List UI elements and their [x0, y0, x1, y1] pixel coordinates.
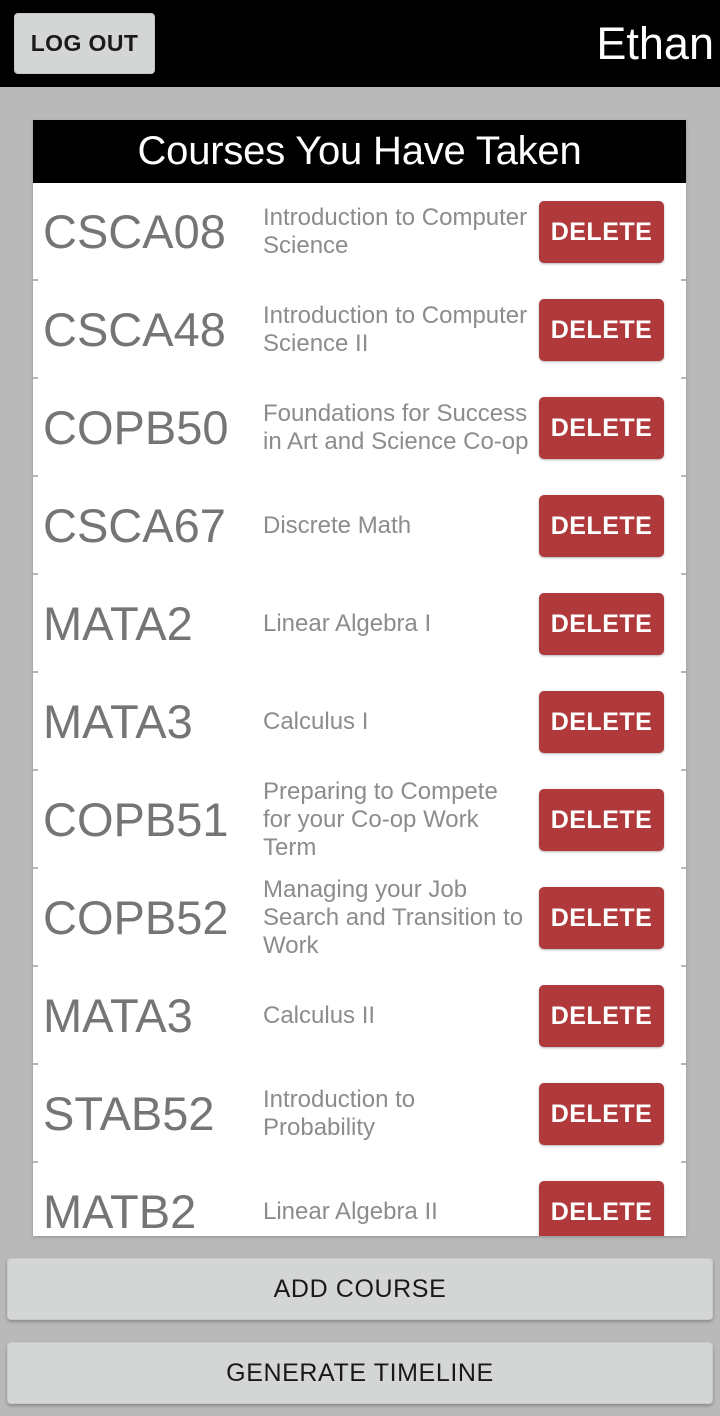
- course-row[interactable]: STAB52 Introduction to Probability DELETE: [33, 1065, 686, 1163]
- course-title: Introduction to Computer Science II: [263, 302, 528, 357]
- course-title: Calculus II: [263, 1002, 376, 1030]
- course-code: MATB2: [43, 1185, 197, 1236]
- course-title: Foundations for Success in Art and Scien…: [263, 400, 529, 455]
- course-row[interactable]: CSCA48 Introduction to Computer Science I…: [33, 281, 686, 379]
- course-title: Managing your Job Search and Transition …: [263, 876, 524, 959]
- course-row[interactable]: CSCA08 Introduction to Computer Science DE…: [33, 183, 686, 281]
- delete-course-button[interactable]: DELETE: [539, 789, 664, 851]
- course-row[interactable]: COPB51 Preparing to Compete for your Co-o…: [33, 771, 686, 869]
- course-row[interactable]: MATA3 Calculus II DELETE: [33, 967, 686, 1065]
- course-row[interactable]: MATA2 Linear Algebra I DELETE: [33, 575, 686, 673]
- course-title: Linear Algebra II: [263, 1198, 438, 1226]
- course-code: COPB52: [43, 891, 229, 945]
- logout-button[interactable]: LOG OUT: [14, 13, 155, 74]
- course-title: Introduction to Computer Science: [263, 204, 528, 259]
- top-app-bar: LOG OUT Ethan: [0, 0, 720, 87]
- course-code: CSCA67: [43, 499, 226, 553]
- course-code: STAB52: [43, 1087, 215, 1141]
- delete-course-button[interactable]: DELETE: [539, 985, 664, 1047]
- course-code: COPB51: [43, 793, 229, 847]
- course-title: Discrete Math: [263, 512, 412, 540]
- course-title: Calculus I: [263, 708, 369, 736]
- course-title: Linear Algebra I: [263, 610, 432, 638]
- delete-course-button[interactable]: DELETE: [539, 691, 664, 753]
- course-title: Introduction to Probability: [263, 1086, 416, 1141]
- delete-course-button[interactable]: DELETE: [539, 299, 664, 361]
- delete-course-button[interactable]: DELETE: [539, 1083, 664, 1145]
- course-row[interactable]: MATA3 Calculus I DELETE: [33, 673, 686, 771]
- course-code: MATA3: [43, 695, 193, 749]
- delete-course-button[interactable]: DELETE: [539, 1181, 664, 1236]
- username-label: Ethan: [596, 18, 714, 69]
- course-code: CSCA08: [43, 205, 226, 259]
- course-list[interactable]: CSCA08 Introduction to Computer Science DE…: [33, 183, 686, 1236]
- delete-course-button[interactable]: DELETE: [539, 495, 664, 557]
- course-row[interactable]: MATB2 Linear Algebra II DELETE: [33, 1163, 686, 1236]
- generate-timeline-button[interactable]: GENERATE TIMELINE: [7, 1342, 713, 1404]
- course-code: MATA3: [43, 989, 193, 1043]
- delete-course-button[interactable]: DELETE: [539, 201, 664, 263]
- card-header-title: Courses You Have Taken: [33, 120, 686, 183]
- delete-course-button[interactable]: DELETE: [539, 887, 664, 949]
- delete-course-button[interactable]: DELETE: [539, 397, 664, 459]
- course-code: CSCA48: [43, 303, 226, 357]
- add-course-button[interactable]: ADD COURSE: [7, 1258, 713, 1320]
- bottom-action-bar: ADD COURSE GENERATE TIMELINE: [0, 1258, 720, 1416]
- course-row[interactable]: CSCA67 Discrete Math DELETE: [33, 477, 686, 575]
- course-code: MATA2: [43, 597, 193, 651]
- delete-course-button[interactable]: DELETE: [539, 593, 664, 655]
- course-code: COPB50: [43, 401, 229, 455]
- course-title: Preparing to Compete for your Co-op Work…: [263, 778, 498, 861]
- course-row[interactable]: COPB52 Managing your Job Search and Trans…: [33, 869, 686, 967]
- courses-card: Courses You Have Taken CSCA08 Introductio…: [33, 120, 686, 1236]
- course-row[interactable]: COPB50 Foundations for Success in Art and…: [33, 379, 686, 477]
